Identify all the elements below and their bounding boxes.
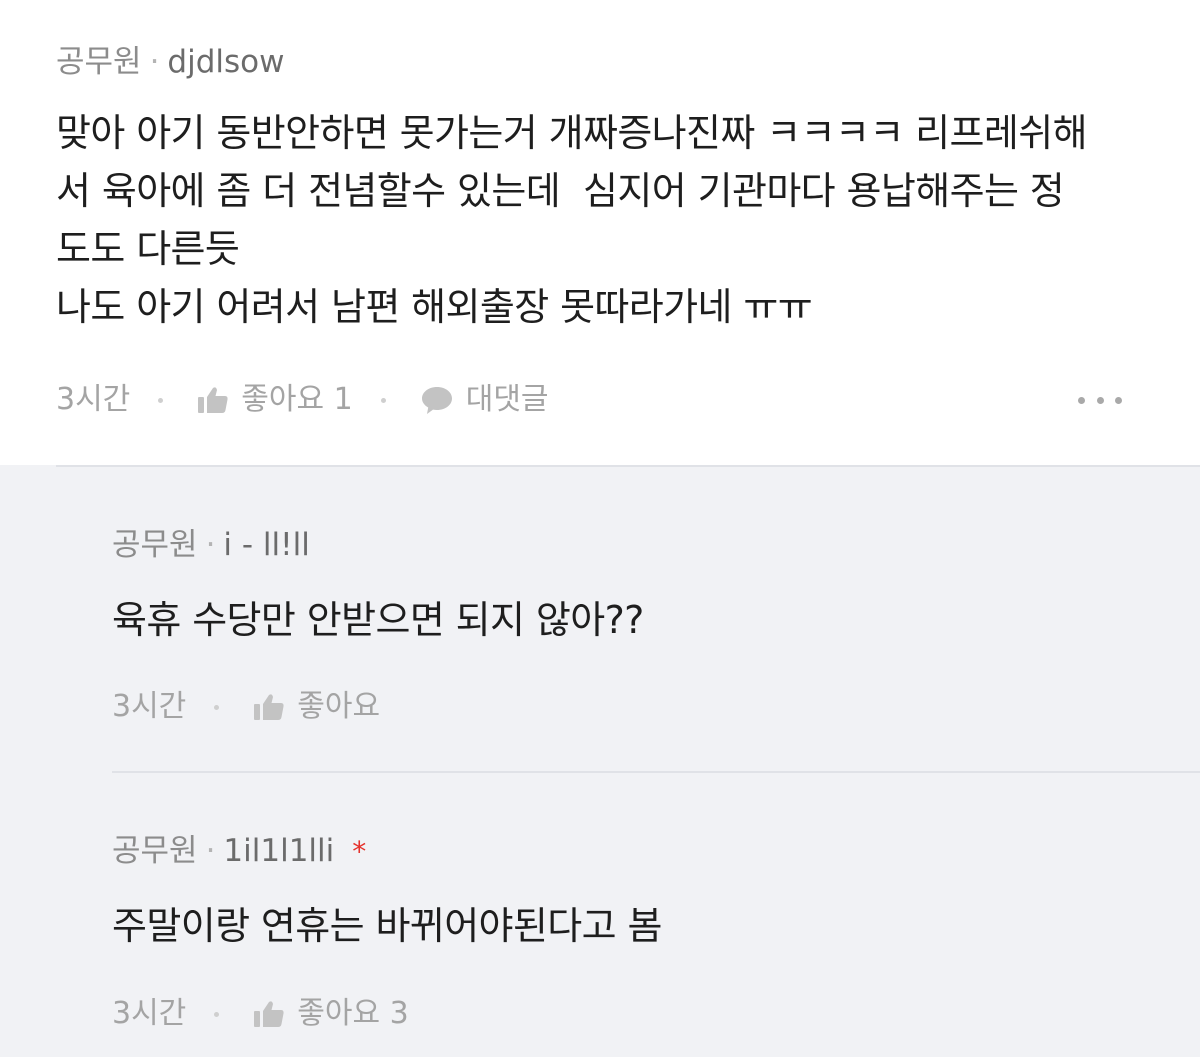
author-user-id: djdlsow — [167, 44, 285, 80]
main-comment: 공무원 · djdlsow 맞아 아기 동반안하면 못가는거 개짜증나진짜 ㅋㅋㅋㅋ… — [0, 0, 1200, 465]
more-dot — [1078, 396, 1085, 404]
reply-time: 3시간 — [112, 689, 187, 724]
comment-body: 맞아 아기 동반안하면 못가는거 개짜증나진짜 ㅋㅋㅋㅋ 리프레쉬해 서 육아에… — [56, 111, 1088, 329]
thumbs-up-icon — [198, 387, 228, 413]
reply-meta: 3시간 좋아요 3 — [112, 994, 409, 1034]
more-dot — [1115, 396, 1122, 404]
reply-body: 주말이랑 연휴는 바뀌어야된다고 봄 — [112, 904, 662, 948]
replies-top-divider — [56, 465, 1200, 467]
author-separator: · — [205, 833, 216, 869]
author-separator: · — [205, 527, 216, 563]
comment-meta: 3시간 좋아요 1 대댓글 — [56, 380, 549, 420]
thumbs-up-icon — [254, 1001, 284, 1027]
like-label: 좋아요 1 — [241, 382, 353, 417]
comment-author[interactable]: 공무원 · djdlsow — [56, 42, 284, 82]
writer-star-badge: * — [352, 835, 367, 868]
more-options-button[interactable] — [1078, 392, 1122, 408]
reply-author[interactable]: 공무원 · 1il1l1lli * — [112, 831, 366, 872]
comment-thread: 공무원 · djdlsow 맞아 아기 동반안하면 못가는거 개짜증나진짜 ㅋㅋㅋㅋ… — [0, 0, 1200, 1057]
like-label: 좋아요 3 — [297, 996, 409, 1031]
author-nickname: 공무원 — [56, 44, 142, 80]
meta-separator — [214, 1011, 220, 1017]
reply-body: 육휴 수당만 안받으면 되지 않아?? — [112, 598, 644, 642]
like-button[interactable]: 좋아요 — [253, 687, 380, 727]
author-nickname: 공무원 — [112, 833, 198, 869]
reply-button[interactable]: 대댓글 — [420, 380, 549, 420]
meta-separator — [380, 397, 386, 403]
reply-author[interactable]: 공무원 · i - ll!ll — [112, 525, 310, 565]
like-button[interactable]: 좋아요 1 — [197, 380, 353, 420]
author-nickname: 공무원 — [112, 527, 198, 563]
comment-time: 3시간 — [56, 382, 131, 417]
author-user-id: i - ll!ll — [223, 527, 310, 563]
reply-time: 3시간 — [112, 996, 187, 1031]
thumbs-up-icon — [254, 694, 284, 720]
author-separator: · — [149, 44, 160, 80]
reply-divider — [112, 771, 1200, 773]
author-user-id: 1il1l1lli — [223, 833, 335, 869]
like-button[interactable]: 좋아요 3 — [253, 994, 409, 1034]
meta-separator — [158, 397, 164, 403]
meta-separator — [214, 704, 220, 710]
reply-meta: 3시간 좋아요 — [112, 687, 380, 727]
speech-bubble-icon — [421, 387, 452, 414]
more-dot — [1096, 396, 1104, 404]
reply-label: 대댓글 — [465, 382, 549, 417]
like-label: 좋아요 — [297, 689, 381, 724]
